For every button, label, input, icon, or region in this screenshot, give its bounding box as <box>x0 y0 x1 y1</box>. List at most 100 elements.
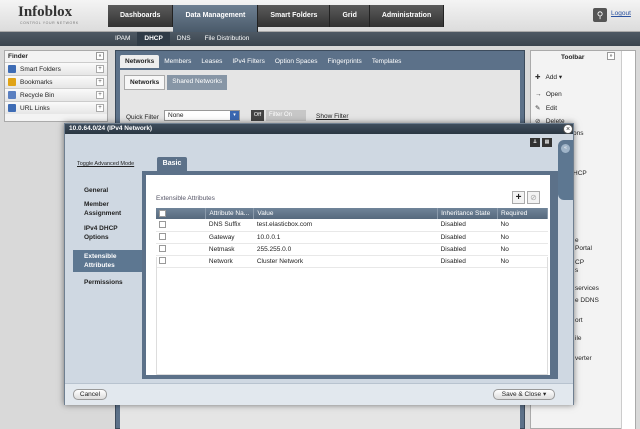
folder-icon <box>8 65 16 73</box>
finder-item-url-links[interactable]: URL Links + <box>5 101 107 114</box>
search-icon[interactable]: ⚲ <box>593 8 607 22</box>
finder-item-smart-folders[interactable]: Smart Folders + <box>5 62 107 75</box>
toolbar-item[interactable]: Portal <box>575 245 592 252</box>
subtab-networks[interactable]: Networks <box>124 75 166 90</box>
attribute-value: 10.0.0.1 <box>253 231 438 244</box>
toolbar-title: Toolbar <box>561 54 585 61</box>
tab-basic[interactable]: Basic <box>157 157 187 171</box>
chevron-down-icon[interactable]: ▾ <box>230 111 239 120</box>
toolbar-item[interactable]: s <box>575 267 578 274</box>
nav-general[interactable]: General <box>73 186 142 195</box>
nav-member-assignment[interactable]: Member Assignment <box>73 200 133 218</box>
toolbar-item[interactable]: services <box>575 285 599 292</box>
attribute-value: 255.255.0.0 <box>253 243 438 256</box>
link-icon <box>8 104 16 112</box>
attribute-name: DNS Suffix <box>205 219 254 232</box>
quick-filter-label: Quick Filter <box>126 114 159 121</box>
nav-permissions[interactable]: Permissions <box>73 278 142 287</box>
tab-fingerprints[interactable]: Fingerprints <box>322 55 366 68</box>
collapse-icon[interactable]: » <box>607 52 615 60</box>
toolbar-item[interactable]: CP <box>575 259 584 266</box>
add-icon: ✚ <box>535 74 541 81</box>
toolbar-item[interactable]: e <box>575 237 579 244</box>
expand-icon[interactable]: + <box>96 104 104 112</box>
network-dialog: 10.0.64.0/24 (IPv4 Network) × ⇊ ▦ « Togg… <box>64 123 574 405</box>
filter-on-button[interactable]: Filter On <box>266 110 306 121</box>
close-icon[interactable]: × <box>563 124 573 134</box>
expand-arrow-icon[interactable]: « <box>561 144 570 153</box>
table-row[interactable]: Netmask 255.255.0.0 Disabled No <box>156 243 548 256</box>
tab-ipv4-filters[interactable]: IPv4 Filters <box>227 55 270 68</box>
tab-ipam[interactable]: IPAM <box>108 32 137 46</box>
tab-networks[interactable]: Networks <box>120 55 160 68</box>
row-checkbox[interactable] <box>156 243 206 256</box>
tab-templates[interactable]: Templates <box>367 55 407 68</box>
main-tabs: Dashboards Data Management Smart Folders… <box>108 5 445 32</box>
toolbar-item[interactable]: ons <box>573 130 583 137</box>
column-header[interactable]: Value <box>253 208 439 219</box>
toggle-advanced-mode-link[interactable]: Toggle Advanced Mode <box>77 161 134 167</box>
tab-leases[interactable]: Leases <box>196 55 227 68</box>
toolbar-item[interactable]: e DDNS <box>575 297 599 304</box>
section-title: Extensible Attributes <box>156 195 215 202</box>
dialog-actions: ⇊ ▦ <box>530 138 552 147</box>
toolbar-add[interactable]: ✚ Add ▾ <box>535 73 562 81</box>
network-subtabs: Networks Shared Networks <box>124 75 229 90</box>
tab-option-spaces[interactable]: Option Spaces <box>270 55 323 68</box>
extensible-attributes-panel: Extensible Attributes + ⊘ Attribute Na..… <box>146 175 550 375</box>
infoblox-logo: Infoblox <box>18 4 73 20</box>
tab-smart-folders[interactable]: Smart Folders <box>258 5 331 27</box>
sub-tab-bar <box>0 32 640 46</box>
remove-icon[interactable]: ⊘ <box>527 191 540 204</box>
dialog-title: 10.0.64.0/24 (IPv4 Network) <box>69 125 153 132</box>
toolbar-edit[interactable]: ✎ Edit <box>535 104 557 112</box>
finder-panel: Finder « Smart Folders + Bookmarks + Rec… <box>4 50 108 122</box>
table-header-row: Attribute Na... Value Inheritance State … <box>156 208 548 219</box>
toolbar-item[interactable]: ile <box>575 335 582 342</box>
row-checkbox[interactable] <box>156 231 206 244</box>
expand-icon[interactable]: + <box>96 91 104 99</box>
add-icon[interactable]: + <box>512 191 525 204</box>
inheritance-state: Disabled <box>437 231 498 244</box>
toolbar-item[interactable]: ort <box>575 317 583 324</box>
tab-grid[interactable]: Grid <box>330 5 370 27</box>
table-row[interactable]: Gateway 10.0.0.1 Disabled No <box>156 231 548 244</box>
tab-file-distribution[interactable]: File Distribution <box>198 32 257 46</box>
nav-extensible-attributes[interactable]: Extensible Attributes <box>73 250 142 272</box>
table-row[interactable]: DNS Suffix test.elasticbox.com Disabled … <box>156 219 548 232</box>
save-close-button[interactable]: Save & Close ▾ <box>493 389 555 400</box>
inheritance-state: Disabled <box>437 219 498 232</box>
table-empty-area <box>156 257 548 375</box>
dialog-side-tab[interactable]: « <box>558 140 573 200</box>
sub-tabs: IPAM DHCP DNS File Distribution <box>108 32 256 46</box>
tab-dhcp[interactable]: DHCP <box>137 32 170 46</box>
finder-item-label: Bookmarks <box>20 79 53 86</box>
select-all-checkbox[interactable] <box>156 208 207 219</box>
collapse-all-icon[interactable]: ⇊ <box>530 138 540 147</box>
subtab-shared-networks[interactable]: Shared Networks <box>167 75 228 90</box>
expand-icon[interactable]: + <box>96 65 104 73</box>
tab-administration[interactable]: Administration <box>369 5 445 27</box>
collapse-icon[interactable]: « <box>96 52 104 60</box>
finder-item-recycle-bin[interactable]: Recycle Bin + <box>5 88 107 101</box>
logout-link[interactable]: Logout <box>611 10 631 17</box>
column-header[interactable]: Inheritance State <box>437 208 498 219</box>
show-filter-link[interactable]: Show Filter <box>316 113 349 120</box>
calendar-icon[interactable]: ▦ <box>542 138 552 147</box>
tab-members[interactable]: Members <box>159 55 196 68</box>
tab-dns[interactable]: DNS <box>170 32 198 46</box>
tab-data-management[interactable]: Data Management <box>173 5 259 32</box>
nav-ipv4-dhcp-options[interactable]: IPv4 DHCP Options <box>73 224 133 242</box>
column-header[interactable]: Attribute Na... <box>205 208 255 219</box>
expand-icon[interactable]: + <box>96 78 104 86</box>
cancel-button[interactable]: Cancel <box>73 389 107 400</box>
row-checkbox[interactable] <box>156 219 206 232</box>
tab-dashboards[interactable]: Dashboards <box>108 5 174 27</box>
column-header[interactable]: Required <box>497 208 548 219</box>
filter-off-toggle[interactable]: Off <box>251 110 264 121</box>
toolbar-open[interactable]: → Open <box>535 91 562 98</box>
toolbar-item[interactable]: verter <box>575 355 592 362</box>
toolbar-item[interactable]: HCP <box>573 170 587 177</box>
quick-filter-select[interactable]: None ▾ <box>164 110 240 121</box>
finder-item-bookmarks[interactable]: Bookmarks + <box>5 75 107 88</box>
